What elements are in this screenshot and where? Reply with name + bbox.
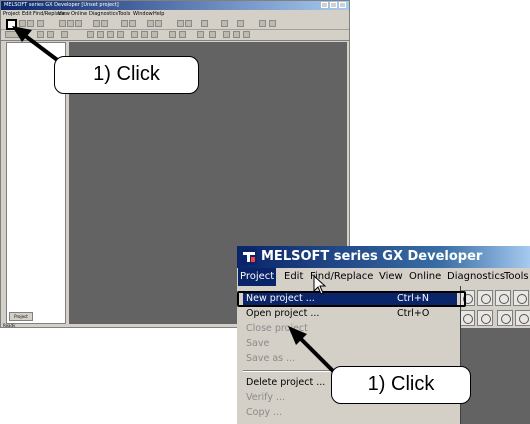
invert-icon[interactable]	[151, 31, 158, 38]
toolbar-convert-icon[interactable]	[497, 310, 513, 326]
new-project-highlight-frame	[237, 291, 466, 307]
bg-menu-view[interactable]: View	[58, 10, 70, 18]
read-icon[interactable]	[177, 20, 184, 27]
bg-menu-online[interactable]: Online	[71, 10, 87, 18]
falling-edge-icon[interactable]	[131, 31, 138, 38]
melsoft-app-icon	[241, 249, 257, 265]
copy-icon[interactable]	[67, 20, 74, 27]
write-icon[interactable]	[185, 20, 192, 27]
verify-icon[interactable]	[201, 20, 208, 27]
bg-menu-project[interactable]: Project	[3, 10, 20, 18]
project-tree-tab[interactable]: Project	[9, 312, 33, 321]
toolbar-zoom-icon[interactable]	[477, 290, 493, 306]
list-mode-icon[interactable]	[223, 31, 230, 38]
bg-menu-edit[interactable]: Edit	[22, 10, 32, 18]
new-project-icon[interactable]	[6, 19, 17, 30]
callout-bottom: 1) Click	[331, 366, 471, 404]
monitor-stop-icon[interactable]	[155, 20, 162, 27]
hline-icon[interactable]	[97, 31, 104, 38]
menu-online[interactable]: Online	[407, 268, 443, 286]
coil-icon[interactable]	[61, 31, 68, 38]
toolbar-write-icon[interactable]	[513, 290, 529, 306]
menu-view[interactable]: View	[377, 268, 405, 286]
zoomed-title-text: MELSOFT series GX Developer	[261, 249, 483, 264]
menu-edit[interactable]: Edit	[282, 268, 305, 286]
insert-line-icon[interactable]	[179, 31, 186, 38]
mouse-pointer-icon	[313, 275, 327, 295]
sfc-icon[interactable]	[233, 31, 240, 38]
save-icon[interactable]	[27, 20, 34, 27]
device-icon[interactable]	[221, 20, 228, 27]
open-icon[interactable]	[19, 20, 26, 27]
comment-icon[interactable]	[269, 20, 276, 27]
zoom-icon[interactable]	[121, 20, 128, 27]
menu-item-close-project[interactable]: Close project	[243, 322, 457, 336]
delete-line-icon[interactable]	[169, 31, 176, 38]
maximize-button[interactable]	[330, 2, 337, 8]
background-menu-bar: Project Edit Find/Replace View Online Di…	[1, 10, 349, 18]
bg-menu-diagnostics[interactable]: Diagnostics	[89, 10, 118, 18]
toolbar-find-icon[interactable]	[495, 290, 511, 306]
bg-menu-tools[interactable]: Tools	[118, 10, 130, 18]
callout-top: 1) Click	[54, 56, 199, 94]
ladder-icon[interactable]	[237, 20, 244, 27]
find-icon[interactable]	[129, 20, 136, 27]
redo-icon[interactable]	[101, 20, 108, 27]
menu-item-copy[interactable]: Copy ...	[243, 406, 457, 420]
label-icon[interactable]	[243, 31, 250, 38]
pulse-icon[interactable]	[141, 31, 148, 38]
paste-icon[interactable]	[75, 20, 82, 27]
menu-item-open-project[interactable]: Open project ... Ctrl+O	[243, 307, 457, 321]
zoomed-title-bar: MELSOFT series GX Developer	[237, 246, 530, 268]
toolbar-comment-icon[interactable]	[515, 310, 530, 326]
close-button[interactable]	[339, 2, 346, 8]
toolbar-ladder-icon[interactable]	[459, 310, 475, 326]
undo-icon[interactable]	[93, 20, 100, 27]
background-title-text: MELSOFT series GX Developer [Unset proje…	[4, 2, 119, 8]
monitor-icon[interactable]	[147, 20, 154, 27]
background-toolbar-2	[1, 30, 349, 41]
menu-project[interactable]: Project	[238, 268, 277, 286]
status-bar-text: Ready	[3, 323, 16, 328]
menu-item-save[interactable]: Save	[243, 337, 457, 351]
list-icon[interactable]	[259, 20, 266, 27]
vline-icon[interactable]	[107, 31, 114, 38]
program-select[interactable]	[5, 31, 23, 38]
contact-b-icon[interactable]	[47, 31, 54, 38]
print-icon[interactable]	[37, 20, 44, 27]
contact-icon[interactable]	[37, 31, 44, 38]
background-title-bar: MELSOFT series GX Developer [Unset proje…	[1, 1, 349, 10]
ladder-mode-icon[interactable]	[209, 31, 216, 38]
bg-menu-window[interactable]: Window	[133, 10, 153, 18]
cut-icon[interactable]	[59, 20, 66, 27]
instruction-icon[interactable]	[87, 31, 94, 38]
menu-item-save-as[interactable]: Save as ...	[243, 352, 457, 366]
menu-tools[interactable]: Tools	[502, 268, 530, 286]
toolbar-list-icon[interactable]	[477, 310, 493, 326]
rising-edge-icon[interactable]	[117, 31, 124, 38]
zoomed-menu-bar: Project Edit Find/Replace View Online Di…	[237, 268, 530, 286]
menu-diagnostics[interactable]: Diagnostics	[445, 268, 507, 286]
convert-icon[interactable]	[197, 31, 204, 38]
background-toolbar-1	[1, 19, 349, 30]
minimize-button[interactable]	[321, 2, 328, 8]
bg-menu-help[interactable]: Help	[153, 10, 164, 18]
